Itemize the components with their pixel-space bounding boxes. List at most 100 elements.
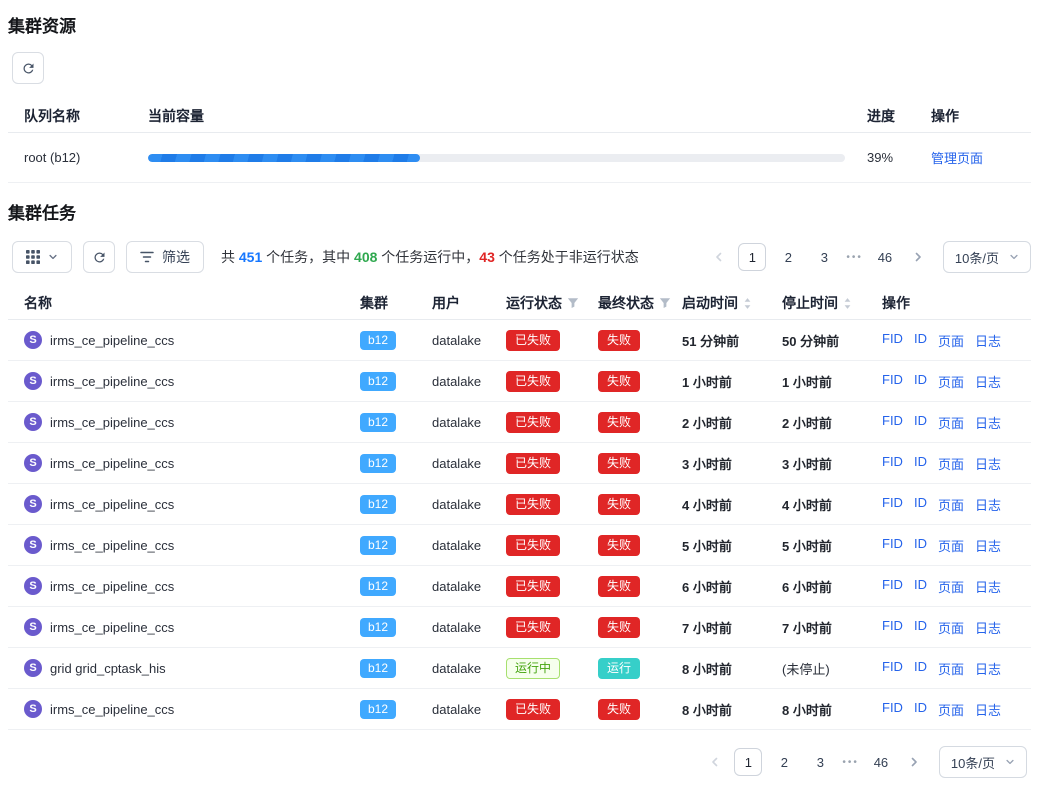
- action-link-page[interactable]: 页面: [938, 331, 964, 350]
- pagination-page-3[interactable]: 3: [806, 748, 834, 776]
- page-size-select[interactable]: 10条/页: [939, 746, 1027, 778]
- summary-text: 个任务运行中，: [377, 249, 479, 265]
- action-link-id[interactable]: ID: [914, 659, 927, 678]
- stop-time: 2 小时前: [782, 413, 882, 432]
- action-link-fid[interactable]: FID: [882, 413, 903, 432]
- action-link-id[interactable]: ID: [914, 700, 927, 719]
- spark-avatar: S: [24, 413, 42, 431]
- pagination-page-1[interactable]: 1: [734, 748, 762, 776]
- pagination-page-46[interactable]: 46: [871, 243, 899, 271]
- task-name-cell: S irms_ce_pipeline_ccs: [24, 577, 360, 595]
- action-link-id[interactable]: ID: [914, 495, 927, 514]
- col-user: 用户: [432, 293, 506, 313]
- action-link-id[interactable]: ID: [914, 536, 927, 555]
- filter-funnel-icon[interactable]: [659, 297, 671, 309]
- task-name: irms_ce_pipeline_ccs: [50, 620, 174, 635]
- action-link-page[interactable]: 页面: [938, 618, 964, 637]
- cluster-badge: b12: [360, 413, 396, 432]
- resources-refresh-button[interactable]: [12, 52, 44, 84]
- tasks-table-header: 名称 集群 用户 运行状态 最终状态 启动时间: [8, 287, 1031, 320]
- pagination-page-2[interactable]: 2: [774, 243, 802, 271]
- action-link-log[interactable]: 日志: [975, 495, 1001, 514]
- action-link-log[interactable]: 日志: [975, 454, 1001, 473]
- action-link-log[interactable]: 日志: [975, 577, 1001, 596]
- filter-button[interactable]: 筛选: [126, 241, 204, 273]
- page-size-select[interactable]: 10条/页: [943, 241, 1031, 273]
- stop-time: 3 小时前: [782, 454, 882, 473]
- action-link-page[interactable]: 页面: [938, 495, 964, 514]
- task-name-cell: S irms_ce_pipeline_ccs: [24, 536, 360, 554]
- action-link-id[interactable]: ID: [914, 618, 927, 637]
- manage-page-link[interactable]: 管理页面: [931, 151, 983, 166]
- page-size-value: 10条/页: [951, 753, 995, 772]
- action-link-log[interactable]: 日志: [975, 413, 1001, 432]
- pagination-page-3[interactable]: 3: [810, 243, 838, 271]
- pagination-prev[interactable]: [704, 748, 726, 776]
- final-status-badge: 失败: [598, 453, 640, 474]
- tasks-refresh-button[interactable]: [83, 241, 115, 273]
- task-actions: FID ID 页面日志: [882, 495, 1015, 514]
- pagination-next[interactable]: [903, 748, 925, 776]
- cluster-tasks-table: 名称 集群 用户 运行状态 最终状态 启动时间: [8, 287, 1031, 730]
- cluster-tasks-title: 集群任务: [8, 203, 1031, 225]
- action-link-log[interactable]: 日志: [975, 700, 1001, 719]
- stop-time: 6 小时前: [782, 577, 882, 596]
- pagination-page-1[interactable]: 1: [738, 243, 766, 271]
- view-options-button[interactable]: [12, 241, 72, 273]
- action-link-fid[interactable]: FID: [882, 454, 903, 473]
- task-name-cell: S irms_ce_pipeline_ccs: [24, 331, 360, 349]
- action-link-fid[interactable]: FID: [882, 700, 903, 719]
- cluster-badge: b12: [360, 536, 396, 555]
- action-link-page[interactable]: 页面: [938, 659, 964, 678]
- action-link-page[interactable]: 页面: [938, 372, 964, 391]
- pagination-next[interactable]: [907, 243, 929, 271]
- task-name: irms_ce_pipeline_ccs: [50, 456, 174, 471]
- bottom-bar: 1 2 3 ••• 46 10条/页: [8, 746, 1031, 778]
- pagination-page-2[interactable]: 2: [770, 748, 798, 776]
- sorter-icon[interactable]: [843, 297, 852, 310]
- action-link-id[interactable]: ID: [914, 454, 927, 473]
- action-link-log[interactable]: 日志: [975, 618, 1001, 637]
- task-name: irms_ce_pipeline_ccs: [50, 538, 174, 553]
- action-link-log[interactable]: 日志: [975, 536, 1001, 555]
- col-current-capacity: 当前容量: [148, 106, 867, 126]
- final-status-badge: 失败: [598, 494, 640, 515]
- action-link-fid[interactable]: FID: [882, 618, 903, 637]
- task-name: irms_ce_pipeline_ccs: [50, 497, 174, 512]
- action-link-fid[interactable]: FID: [882, 372, 903, 391]
- action-link-log[interactable]: 日志: [975, 659, 1001, 678]
- action-link-page[interactable]: 页面: [938, 700, 964, 719]
- action-link-id[interactable]: ID: [914, 413, 927, 432]
- action-link-fid[interactable]: FID: [882, 495, 903, 514]
- refresh-icon: [21, 61, 36, 76]
- action-link-log[interactable]: 日志: [975, 331, 1001, 350]
- task-actions: FID ID 页面日志: [882, 577, 1015, 596]
- run-status-badge: 已失败: [506, 699, 560, 720]
- pagination-prev[interactable]: [708, 243, 730, 271]
- chevron-down-icon: [1005, 757, 1015, 767]
- action-link-page[interactable]: 页面: [938, 413, 964, 432]
- pagination-top: 1 2 3 ••• 46 10条/页: [708, 241, 1031, 273]
- pagination-page-46[interactable]: 46: [867, 748, 895, 776]
- action-link-fid[interactable]: FID: [882, 659, 903, 678]
- filter-funnel-icon[interactable]: [567, 297, 579, 309]
- summary-text: 共: [221, 249, 239, 265]
- col-progress: 进度: [867, 106, 931, 126]
- pagination-ellipsis[interactable]: •••: [842, 757, 859, 768]
- run-status-badge: 已失败: [506, 576, 560, 597]
- sorter-icon[interactable]: [743, 297, 752, 310]
- action-link-log[interactable]: 日志: [975, 372, 1001, 391]
- cluster-badge: b12: [360, 618, 396, 637]
- action-link-fid[interactable]: FID: [882, 577, 903, 596]
- action-link-fid[interactable]: FID: [882, 331, 903, 350]
- action-link-page[interactable]: 页面: [938, 536, 964, 555]
- action-link-page[interactable]: 页面: [938, 454, 964, 473]
- table-row: S grid grid_cptask_his b12 datalake 运行中 …: [8, 648, 1031, 689]
- action-link-page[interactable]: 页面: [938, 577, 964, 596]
- action-link-id[interactable]: ID: [914, 372, 927, 391]
- task-name: irms_ce_pipeline_ccs: [50, 579, 174, 594]
- action-link-id[interactable]: ID: [914, 577, 927, 596]
- action-link-fid[interactable]: FID: [882, 536, 903, 555]
- action-link-id[interactable]: ID: [914, 331, 927, 350]
- pagination-ellipsis[interactable]: •••: [846, 252, 863, 263]
